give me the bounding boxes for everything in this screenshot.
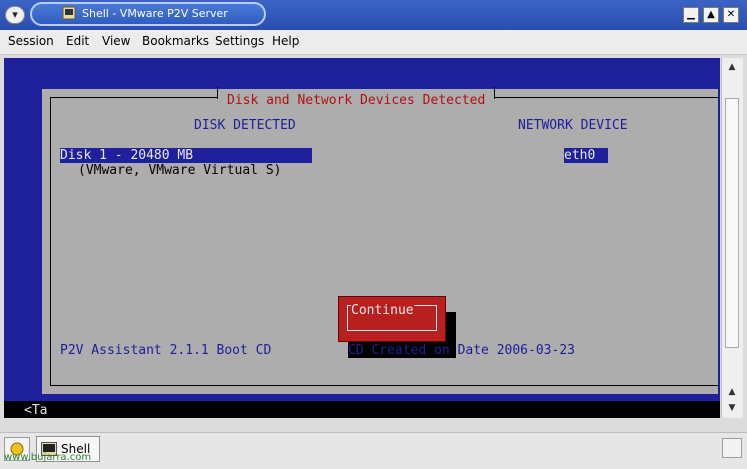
disk-detail: (VMware, VMware Virtual S) <box>78 163 282 178</box>
minimize-icon[interactable]: ▁ <box>683 7 699 23</box>
network-list-item-selected[interactable]: eth0 <box>564 148 608 163</box>
menu-help[interactable]: Help <box>272 34 299 48</box>
footer-date: CD Created on Date 2006-03-23 <box>348 343 575 358</box>
menu-session[interactable]: Session <box>8 34 54 48</box>
system-tray-icon[interactable] <box>722 438 742 458</box>
terminal-app-icon <box>62 6 76 20</box>
detection-dialog: Disk and Network Devices Detected DISK D… <box>42 87 718 394</box>
dialog-title-box: Disk and Network Devices Detected <box>217 87 496 108</box>
window-titlebar: ▾ Shell - VMware P2V Server ▁ ▲ ✕ <box>0 0 747 30</box>
dialog-title: Disk and Network Devices Detected <box>227 93 486 108</box>
scroll-down-icon[interactable]: ▼ <box>725 401 739 415</box>
continue-button-label: Continue <box>351 303 414 318</box>
menubar: Session Edit View Bookmarks Settings Hel… <box>0 30 747 55</box>
maximize-icon[interactable]: ▲ <box>703 7 719 23</box>
scroll-up-icon[interactable]: ▲ <box>725 385 739 399</box>
menu-bookmarks[interactable]: Bookmarks <box>142 34 209 48</box>
disk-header: DISK DETECTED <box>194 118 296 133</box>
network-header: NETWORK DEVICE <box>518 118 628 133</box>
scrollbar-thumb[interactable] <box>725 98 739 348</box>
continue-button[interactable]: Continue <box>338 296 446 342</box>
footer-version: P2V Assistant 2.1.1 Boot CD <box>60 343 272 358</box>
terminal-scrollbar[interactable]: ▲ ▲ ▼ <box>721 58 743 418</box>
scroll-up-icon[interactable]: ▲ <box>725 60 739 74</box>
terminal-hint: <Ta <box>24 403 48 418</box>
terminal-bottom-strip <box>4 401 720 418</box>
site-watermark: www.bujarra.com <box>4 452 92 463</box>
terminal-area[interactable]: Disk and Network Devices Detected DISK D… <box>4 58 720 418</box>
disk-list-item-selected[interactable]: Disk 1 - 20480 MB <box>60 148 312 163</box>
window-title: Shell - VMware P2V Server <box>82 7 228 20</box>
chevron-down-icon[interactable]: ▾ <box>5 6 25 24</box>
menu-settings[interactable]: Settings <box>215 34 264 48</box>
menu-view[interactable]: View <box>102 34 130 48</box>
taskbar: Shell www.bujarra.com <box>0 432 747 469</box>
menu-edit[interactable]: Edit <box>66 34 89 48</box>
close-icon[interactable]: ✕ <box>723 7 739 23</box>
